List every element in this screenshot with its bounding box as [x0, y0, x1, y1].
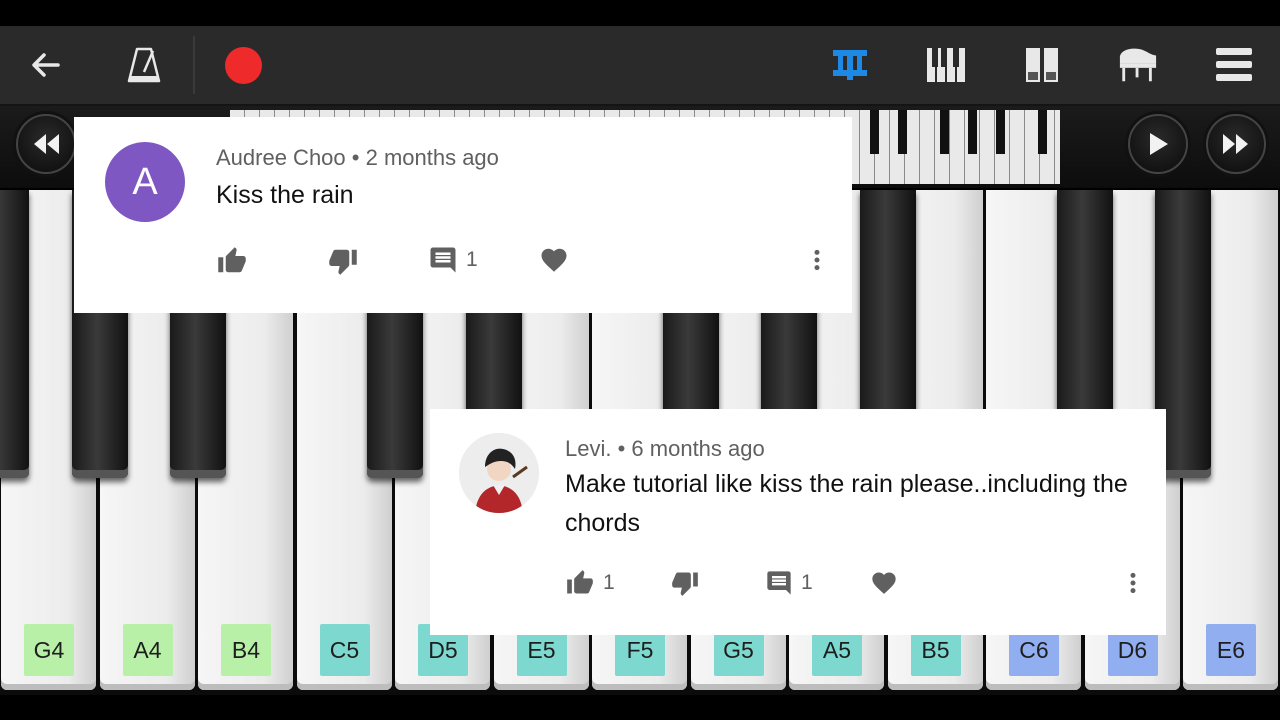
- fast-forward-icon[interactable]: [1206, 114, 1266, 174]
- key-label: B4: [221, 624, 271, 676]
- record-icon[interactable]: [223, 45, 263, 85]
- meta-separator: •: [611, 436, 632, 461]
- more-options-button[interactable]: [804, 245, 830, 275]
- key-label: E6: [1206, 624, 1256, 676]
- top-toolbar: [0, 26, 1280, 106]
- thumbs-up-icon: [567, 570, 593, 594]
- metronome-icon[interactable]: [124, 45, 164, 85]
- heart-icon: [541, 248, 567, 272]
- dislike-button[interactable]: [670, 569, 700, 597]
- key-label: C5: [319, 624, 370, 676]
- dual-keyboard-icon[interactable]: [1022, 45, 1062, 85]
- keyboard-icon[interactable]: [926, 45, 966, 85]
- comment-author[interactable]: Levi.: [565, 436, 611, 461]
- thumbs-down-icon: [329, 249, 357, 275]
- heart-icon: [872, 572, 896, 594]
- comment-time: 6 months ago: [631, 436, 765, 461]
- thumbs-down-icon: [672, 572, 698, 596]
- more-options-button[interactable]: [1120, 569, 1146, 597]
- comment-card: A Audree Choo • 2 months ago Kiss the ra…: [74, 117, 852, 313]
- comment-author[interactable]: Audree Choo: [216, 145, 346, 170]
- like-count: 1: [603, 571, 615, 594]
- comment-icon: [430, 247, 456, 273]
- key-label: G4: [24, 624, 74, 676]
- more-vertical-icon: [814, 249, 820, 271]
- more-vertical-icon: [1130, 572, 1136, 594]
- comment-text: Make tutorial like kiss the rain please.…: [565, 470, 1128, 537]
- avatar[interactable]: [459, 433, 539, 513]
- menu-icon[interactable]: [1214, 45, 1254, 85]
- heart-button[interactable]: [539, 245, 569, 275]
- comment-meta: Audree Choo • 2 months ago: [216, 145, 499, 171]
- heart-button[interactable]: [870, 569, 898, 597]
- toolbar-divider: [193, 36, 195, 94]
- comment-text: Kiss the rain: [216, 181, 354, 209]
- comment-card: Levi. • 6 months ago Make tutorial like …: [430, 409, 1166, 635]
- play-icon[interactable]: [1128, 114, 1188, 174]
- piano-black-key[interactable]: [0, 190, 29, 478]
- chord-mode-icon[interactable]: [830, 45, 870, 85]
- comment-time: 2 months ago: [365, 145, 499, 170]
- like-button[interactable]: [216, 246, 248, 276]
- comment-icon: [767, 571, 791, 595]
- meta-separator: •: [345, 145, 366, 170]
- reply-count: 1: [466, 248, 478, 271]
- reply-button[interactable]: 1: [765, 569, 813, 597]
- rewind-icon[interactable]: [16, 114, 76, 174]
- grand-piano-icon[interactable]: [1118, 45, 1158, 85]
- thumbs-up-icon: [218, 247, 246, 273]
- like-button[interactable]: 1: [565, 569, 615, 597]
- dislike-button[interactable]: [327, 246, 359, 276]
- avatar[interactable]: A: [105, 142, 185, 222]
- reply-button[interactable]: 1: [428, 245, 478, 275]
- reply-count: 1: [801, 571, 813, 594]
- back-arrow-icon[interactable]: [25, 45, 65, 85]
- comment-meta: Levi. • 6 months ago: [565, 436, 765, 462]
- key-label: A4: [122, 624, 173, 676]
